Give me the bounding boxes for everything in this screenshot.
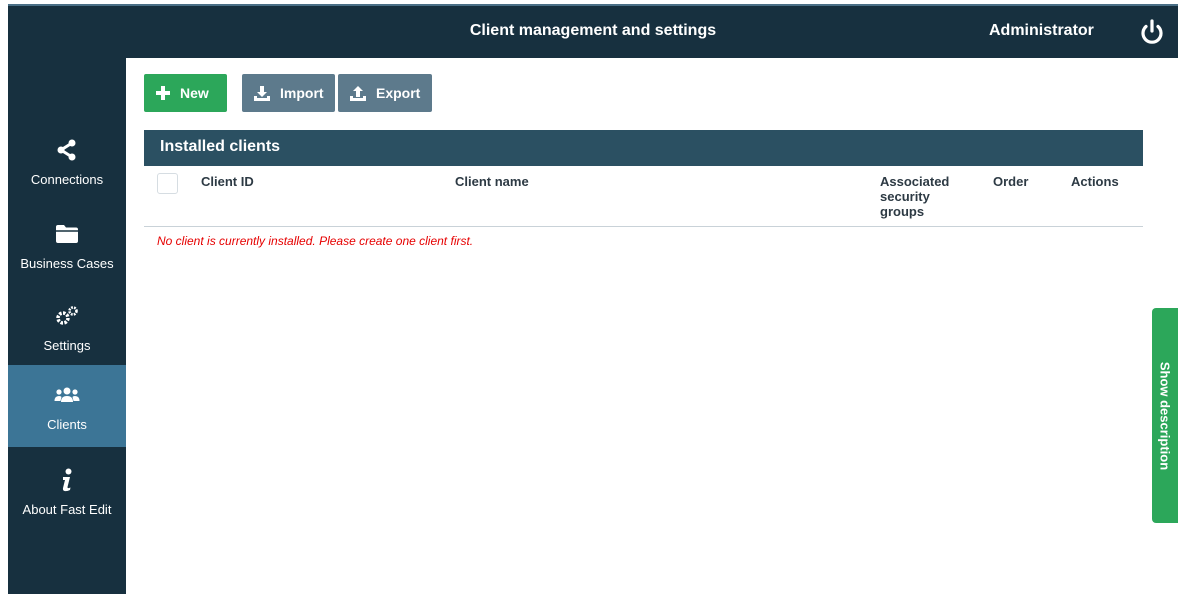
- top-bar: Client management and settings Administr…: [8, 4, 1178, 58]
- sidebar-item-label: About Fast Edit: [22, 502, 112, 517]
- plus-icon: [156, 86, 170, 100]
- column-divider: [1057, 220, 1058, 226]
- new-button-label: New: [180, 85, 209, 101]
- window-frame: [0, 0, 8, 594]
- column-order[interactable]: Order: [993, 174, 1028, 189]
- column-divider: [867, 220, 868, 226]
- column-divider: [441, 220, 442, 226]
- show-description-label: Show description: [1157, 361, 1173, 470]
- sidebar-item-business-cases[interactable]: Business Cases: [8, 204, 126, 286]
- panel-title: Installed clients: [144, 130, 1143, 166]
- table-header: Client ID Client name Associated securit…: [144, 166, 1143, 227]
- folder-icon: [8, 222, 126, 246]
- user-name[interactable]: Administrator: [989, 22, 1094, 40]
- export-button[interactable]: Export: [338, 74, 432, 112]
- import-button[interactable]: Import: [242, 74, 335, 112]
- column-actions: Actions: [1071, 174, 1119, 189]
- column-security-groups[interactable]: Associated security groups: [880, 174, 960, 219]
- import-button-label: Import: [280, 85, 324, 101]
- power-icon[interactable]: [1138, 18, 1166, 46]
- column-client-name[interactable]: Client name: [455, 174, 529, 189]
- upload-icon: [350, 85, 366, 101]
- sidebar: Connections Business Cases Settings Clie…: [8, 58, 126, 594]
- download-icon: [254, 85, 270, 101]
- sidebar-item-label: Connections: [30, 172, 104, 187]
- sidebar-item-label: Settings: [43, 338, 91, 353]
- column-divider: [186, 220, 187, 226]
- column-divider: [962, 220, 963, 226]
- export-button-label: Export: [376, 85, 421, 101]
- sidebar-item-connections[interactable]: Connections: [8, 120, 126, 202]
- sidebar-item-about[interactable]: About Fast Edit: [8, 450, 126, 532]
- users-icon: [8, 383, 126, 407]
- info-icon: [8, 468, 126, 492]
- sidebar-item-label: Clients: [47, 417, 87, 432]
- new-button[interactable]: New: [144, 74, 227, 112]
- empty-table-message: No client is currently installed. Please…: [157, 234, 474, 248]
- share-icon: [8, 138, 126, 162]
- select-all-checkbox[interactable]: [157, 173, 178, 194]
- sidebar-item-settings[interactable]: Settings: [8, 286, 126, 368]
- show-description-tab[interactable]: Show description: [1152, 308, 1178, 523]
- sidebar-item-clients[interactable]: Clients: [8, 365, 126, 447]
- sidebar-item-label: Business Cases: [20, 256, 114, 271]
- gears-icon: [8, 304, 126, 328]
- column-client-id[interactable]: Client ID: [201, 174, 254, 189]
